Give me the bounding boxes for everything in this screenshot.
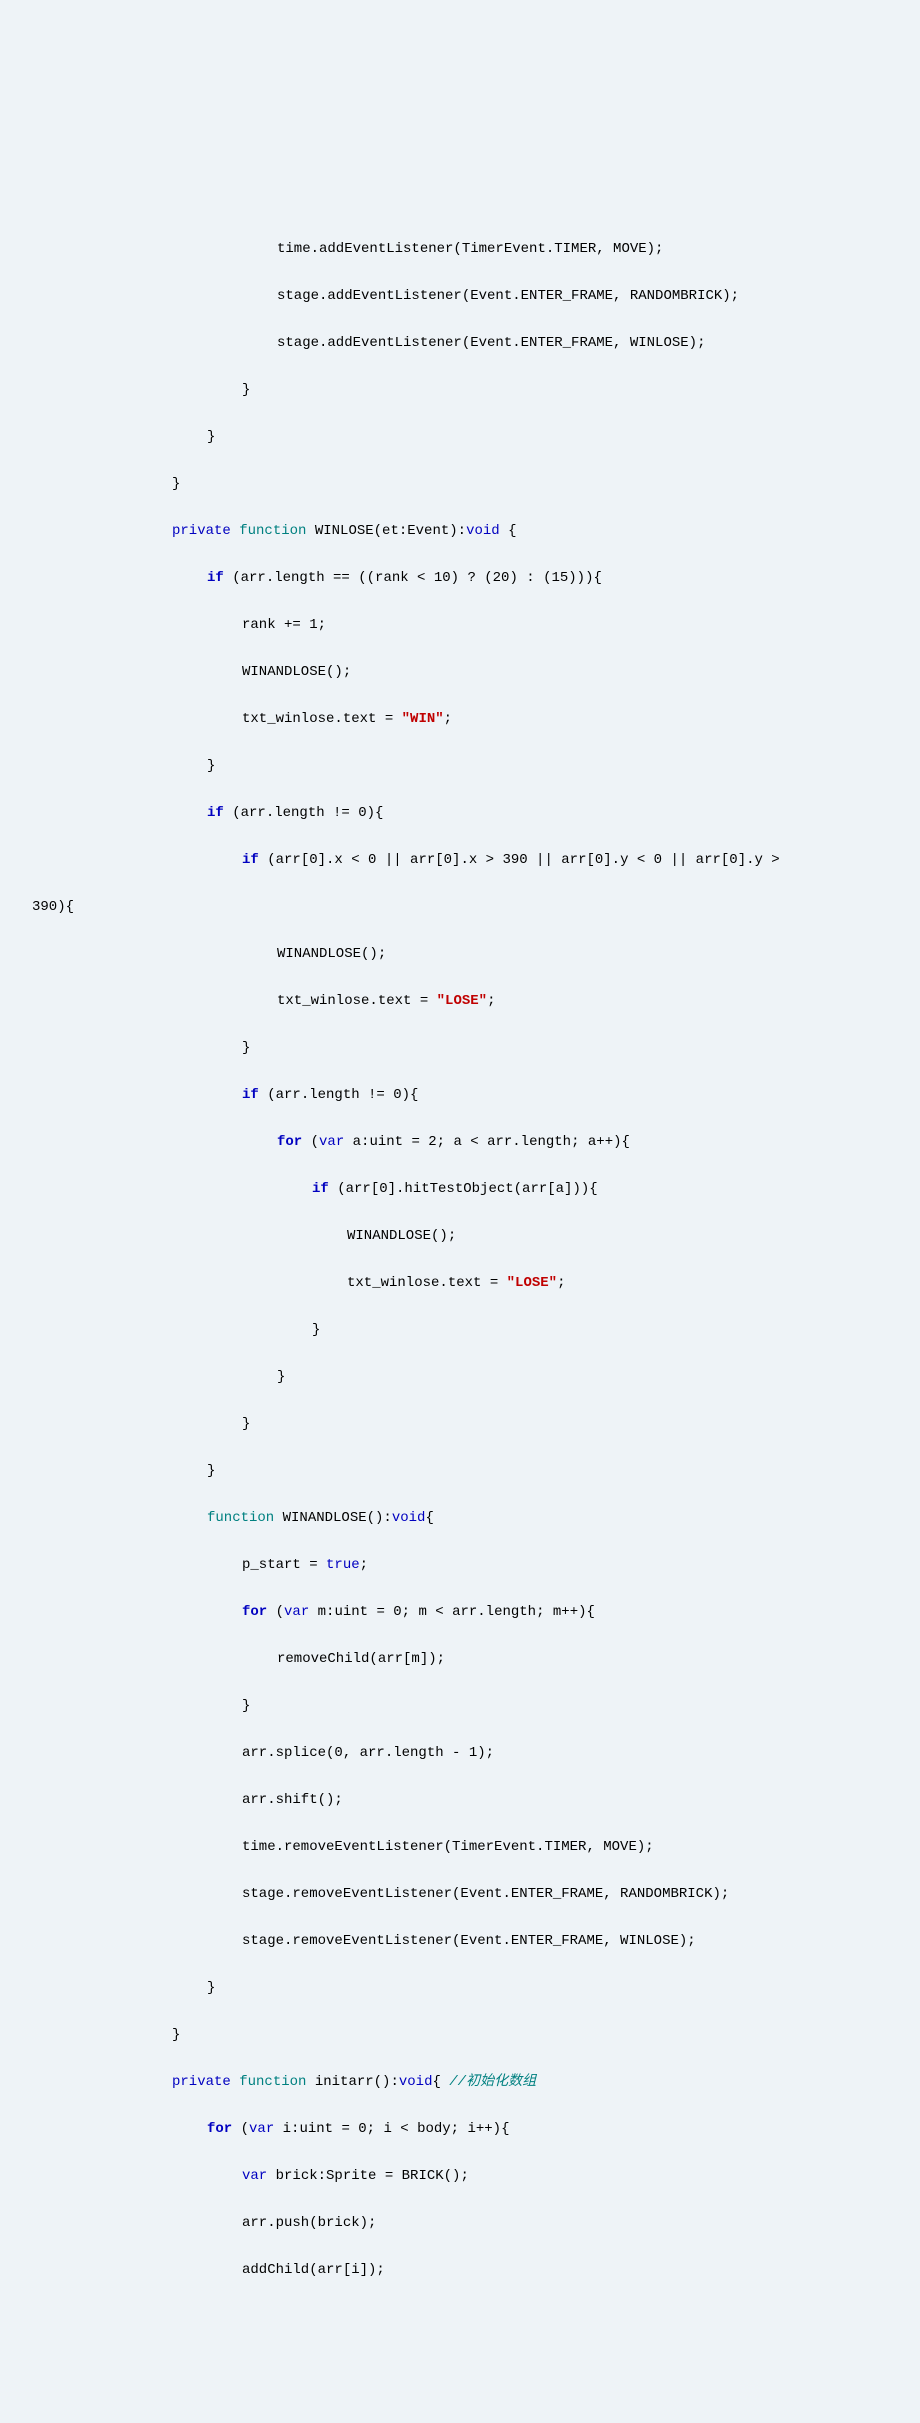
code-line: } [32,473,888,497]
code-line: private function WINLOSE(et:Event):void … [32,520,888,544]
code-line: arr.shift(); [32,1789,888,1813]
code-line: } [32,1366,888,1390]
code-line: if (arr.length != 0){ [32,1084,888,1108]
code-line: arr.push(brick); [32,2212,888,2236]
code-line: for (var m:uint = 0; m < arr.length; m++… [32,1601,888,1625]
code-line: WINANDLOSE(); [32,1225,888,1249]
code-line: } [32,2024,888,2048]
code-line: } [32,1319,888,1343]
code-line: rank += 1; [32,614,888,638]
code-line: for (var a:uint = 2; a < arr.length; a++… [32,1131,888,1155]
code-line: if (arr.length != 0){ [32,802,888,826]
code-line: } [32,379,888,403]
code-line: WINANDLOSE(); [32,661,888,685]
code-line: stage.addEventListener(Event.ENTER_FRAME… [32,285,888,309]
code-line: if (arr[0].hitTestObject(arr[a])){ [32,1178,888,1202]
code-line: } [32,1413,888,1437]
code-line: WINANDLOSE(); [32,943,888,967]
code-line: arr.splice(0, arr.length - 1); [32,1742,888,1766]
code-line: } [32,1037,888,1061]
code-line: stage.removeEventListener(Event.ENTER_FR… [32,1930,888,1954]
code-line: } [32,1977,888,2001]
code-line: } [32,426,888,450]
code-line: } [32,1460,888,1484]
code-line: private function initarr():void{ //初始化数组 [32,2071,888,2095]
code-line: } [32,755,888,779]
code-line: p_start = true; [32,1554,888,1578]
code-line: } [32,1695,888,1719]
code-line: stage.addEventListener(Event.ENTER_FRAME… [32,332,888,356]
code-line: removeChild(arr[m]); [32,1648,888,1672]
code-line: if (arr[0].x < 0 || arr[0].x > 390 || ar… [32,849,888,873]
code-line: txt_winlose.text = "WIN"; [32,708,888,732]
code-line: stage.removeEventListener(Event.ENTER_FR… [32,1883,888,1907]
code-line: function WINANDLOSE():void{ [32,1507,888,1531]
code-line: var brick:Sprite = BRICK(); [32,2165,888,2189]
code-line: time.addEventListener(TimerEvent.TIMER, … [32,238,888,262]
code-line: txt_winlose.text = "LOSE"; [32,990,888,1014]
code-line: if (arr.length == ((rank < 10) ? (20) : … [32,567,888,591]
code-block: time.addEventListener(TimerEvent.TIMER, … [32,214,888,2306]
code-line: addChild(arr[i]); [32,2259,888,2283]
code-line-wrap: 390){ [32,896,888,920]
code-line: time.removeEventListener(TimerEvent.TIME… [32,1836,888,1860]
code-line: txt_winlose.text = "LOSE"; [32,1272,888,1296]
code-line: for (var i:uint = 0; i < body; i++){ [32,2118,888,2142]
